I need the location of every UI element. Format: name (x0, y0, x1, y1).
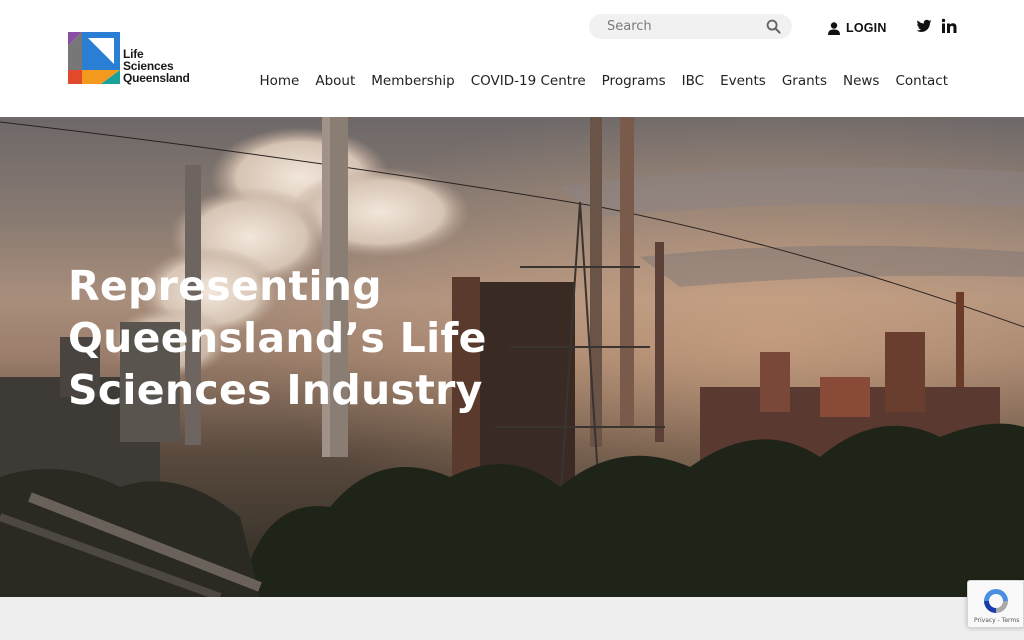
nav-item-contact[interactable]: Contact (895, 73, 948, 89)
nav-item-about[interactable]: About (315, 73, 355, 89)
search-box (589, 14, 792, 39)
user-icon (828, 21, 840, 35)
hero-title-line-1: Representing (68, 262, 382, 310)
twitter-icon[interactable] (916, 18, 932, 34)
hero-banner: Representing Queensland’s Life Sciences … (0, 117, 1024, 597)
nav-item-events[interactable]: Events (720, 73, 766, 89)
nav-item-home[interactable]: Home (259, 73, 299, 89)
logo-line-3: Queensland (123, 71, 190, 85)
nav-item-news[interactable]: News (843, 73, 879, 89)
nav-item-grants[interactable]: Grants (782, 73, 827, 89)
nav-item-membership[interactable]: Membership (371, 73, 454, 89)
search-icon[interactable] (766, 19, 781, 34)
site-logo[interactable]: Life Sciences Queensland (68, 32, 208, 86)
hero-title: Representing Queensland’s Life Sciences … (68, 260, 488, 416)
nav-item-programs[interactable]: Programs (602, 73, 666, 89)
hero-title-line-3: Sciences Industry (68, 366, 483, 414)
logo-mark-icon (68, 32, 120, 84)
recaptcha-terms-link[interactable]: Terms (1002, 617, 1020, 624)
login-label: LOGIN (846, 21, 887, 35)
recaptcha-badge[interactable]: Privacy - Terms (967, 580, 1024, 628)
recaptcha-links: Privacy - Terms (974, 617, 1020, 624)
linkedin-icon[interactable] (941, 18, 957, 34)
search-input[interactable] (607, 19, 757, 34)
content-strip (0, 597, 1024, 640)
main-nav: Home About Membership COVID-19 Centre Pr… (259, 73, 948, 89)
hero-title-line-2: Queensland’s Life (68, 314, 487, 362)
nav-item-covid-19-centre[interactable]: COVID-19 Centre (471, 73, 586, 89)
recaptcha-privacy-link[interactable]: Privacy (974, 617, 996, 624)
site-header: Life Sciences Queensland LOGIN Home Abou… (0, 0, 1024, 117)
logo-wordmark: Life Sciences Queensland (123, 48, 190, 84)
recaptcha-icon (984, 589, 1008, 613)
nav-item-ibc[interactable]: IBC (682, 73, 704, 89)
login-button[interactable]: LOGIN (828, 19, 887, 37)
